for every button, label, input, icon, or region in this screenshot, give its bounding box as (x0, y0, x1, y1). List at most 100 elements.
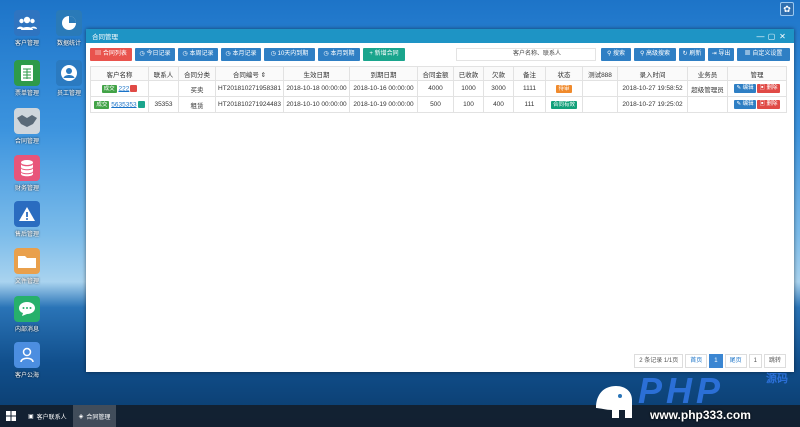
search-button[interactable]: ⚲ 搜索 (601, 48, 631, 61)
delete-button[interactable]: ▣ 删除 (757, 100, 780, 109)
cell-created: 2018-10-27 19:58:52 (617, 80, 688, 97)
desktop-icon-customer[interactable]: 客户管理 (6, 10, 48, 47)
cell-remark: 111 (513, 96, 546, 113)
col-contract-number[interactable]: 合同编号 ⇕ (215, 66, 284, 81)
edit-button[interactable]: ✎ 编辑 (734, 100, 756, 109)
add-contract-button[interactable]: + 新增合同 (363, 48, 405, 61)
cell-salesman (687, 96, 728, 113)
col-remark[interactable]: 备注 (513, 66, 546, 81)
flag-icon[interactable] (137, 101, 145, 108)
pager-current[interactable]: 1 (709, 354, 723, 368)
flag-icon[interactable] (130, 85, 138, 92)
customer-link[interactable]: 5635353 (111, 101, 136, 108)
advanced-search-button[interactable]: ⚲ 高级搜索 (634, 48, 676, 61)
desktop-icon-files[interactable]: 文件管理 (6, 248, 48, 285)
contract-window: 合同管理 — ▢ ✕ ▤ 合同列表 ◷ 今日记录 ◷ 本周记录 ◷ 本月记录 ◷… (86, 29, 794, 372)
col-received[interactable]: 已收款 (453, 66, 484, 81)
col-customer-name[interactable]: 客户名称 (90, 66, 149, 81)
pager-first[interactable]: 首页 (685, 354, 708, 368)
col-created[interactable]: 录入时间 (617, 66, 688, 81)
week-records-button[interactable]: ◷ 本周记录 (178, 48, 218, 61)
edit-button[interactable]: ✎ 编辑 (734, 84, 756, 93)
cell-amount: 500 (417, 96, 454, 113)
users-icon (14, 10, 40, 36)
cell-salesman: 超级管理员 (687, 80, 728, 97)
maximize-icon[interactable]: ▢ (766, 32, 777, 41)
due-this-month-button[interactable]: ◷ 本月到期 (318, 48, 360, 61)
delete-button[interactable]: ▣ 删除 (757, 84, 780, 93)
refresh-button[interactable]: ↻ 刷新 (679, 48, 705, 61)
status-badge[interactable]: 合同有效 (550, 100, 577, 109)
cell-category: 租赁 (178, 96, 216, 113)
cell-owed: 3000 (483, 80, 514, 97)
minimize-icon[interactable]: — (755, 32, 766, 41)
close-icon[interactable]: ✕ (777, 32, 788, 41)
handshake-icon: ◈ (78, 413, 84, 420)
desktop-settings-icon[interactable]: ✿ (780, 2, 794, 16)
due-10-days-button[interactable]: ◷ 10天内到期 (264, 48, 315, 61)
desktop-icon-invoice[interactable]: 票单管理 (6, 60, 48, 97)
cell-remark: 1111 (513, 80, 546, 97)
col-category[interactable]: 合同分类 (178, 66, 216, 81)
cell-amount: 4000 (417, 80, 454, 97)
desktop-icon-messages[interactable]: 内部消息 (6, 296, 48, 333)
col-start-date[interactable]: 生效日期 (283, 66, 350, 81)
pager-summary: 2 条记录 1/1页 (634, 354, 684, 368)
cell-actions: ✎ 编辑 ▣ 删除 (727, 96, 787, 113)
cell-customer-name: 成交 222 (90, 80, 149, 97)
window-title: 合同管理 (92, 34, 118, 41)
chat-bubble-icon (14, 296, 40, 322)
user-icon (56, 60, 82, 86)
col-end-date[interactable]: 到期日期 (349, 66, 418, 81)
status-badge[interactable]: 待审 (556, 84, 572, 93)
table-row[interactable]: 成交 5635353 35353 租赁 HT201810271924483 20… (90, 96, 787, 113)
person-icon (14, 342, 40, 368)
watermark-url: www.php333.com (650, 408, 751, 422)
custom-settings-button[interactable]: ▦ 自定义设置 (737, 48, 790, 61)
cell-received: 1000 (453, 80, 484, 97)
table-header: 客户名称 联系人 合同分类 合同编号 ⇕ 生效日期 到期日期 合同金额 已收款 … (90, 66, 787, 81)
contract-list-button[interactable]: ▤ 合同列表 (90, 48, 132, 61)
desktop-icon-stats[interactable]: 数据统计 (48, 10, 90, 47)
taskbar-item-contracts[interactable]: ◈ 合同管理 (72, 405, 117, 427)
desktop-icon-public-pool[interactable]: 客户公海 (6, 342, 48, 379)
cell-end: 2018-10-19 00:00:00 (349, 96, 418, 113)
list-icon: ▤ (95, 51, 103, 57)
cell-status: 待审 (545, 80, 583, 97)
desktop-icon-staff[interactable]: 员工管理 (48, 60, 90, 97)
toolbar: ▤ 合同列表 ◷ 今日记录 ◷ 本周记录 ◷ 本月记录 ◷ 10天内到期 ◷ 本… (90, 48, 790, 62)
col-test888[interactable]: 测试888 (582, 66, 618, 81)
desktop-icon-aftersales[interactable]: 售后管理 (6, 201, 48, 238)
cell-created: 2018-10-27 19:25:02 (617, 96, 688, 113)
today-records-button[interactable]: ◷ 今日记录 (135, 48, 175, 61)
search-input[interactable]: 客户名称、联系人 (456, 48, 596, 61)
pager-last[interactable]: 尾页 (724, 354, 747, 368)
watermark-cn: 源码 (766, 373, 788, 385)
col-owed[interactable]: 欠款 (483, 66, 514, 81)
warning-icon (14, 201, 40, 227)
cell-actions: ✎ 编辑 ▣ 删除 (727, 80, 787, 97)
cell-contact (148, 80, 179, 97)
cell-received: 100 (453, 96, 484, 113)
desktop-icon-finance[interactable]: 财务管理 (6, 155, 48, 192)
window-titlebar[interactable]: 合同管理 — ▢ ✕ (86, 29, 794, 43)
col-salesman[interactable]: 业务员 (687, 66, 728, 81)
windows-logo-icon (6, 411, 16, 421)
pager-goto-input[interactable]: 1 (748, 354, 762, 368)
cell-start: 2018-10-10 00:00:00 (283, 96, 350, 113)
deal-badge: 成交 (101, 84, 117, 93)
customer-link[interactable]: 222 (118, 85, 129, 92)
pager-jump-button[interactable]: 跳转 (763, 354, 786, 368)
col-status[interactable]: 状态 (545, 66, 583, 81)
deal-badge: 成交 (94, 100, 110, 109)
table-row[interactable]: 成交 222 买卖 HT201810271958381 2018-10-18 0… (90, 80, 787, 97)
desktop-icon-contract[interactable]: 合同管理 (6, 108, 48, 145)
start-button[interactable] (0, 405, 22, 427)
month-records-button[interactable]: ◷ 本月记录 (221, 48, 261, 61)
col-contact[interactable]: 联系人 (148, 66, 179, 81)
contract-table: 客户名称 联系人 合同分类 合同编号 ⇕ 生效日期 到期日期 合同金额 已收款 … (90, 66, 787, 113)
taskbar-item-contacts[interactable]: ▣ 客户联系人 (22, 405, 73, 427)
export-button[interactable]: ⇥ 导出 (708, 48, 734, 61)
spreadsheet-icon (14, 60, 40, 86)
col-amount[interactable]: 合同金额 (417, 66, 454, 81)
